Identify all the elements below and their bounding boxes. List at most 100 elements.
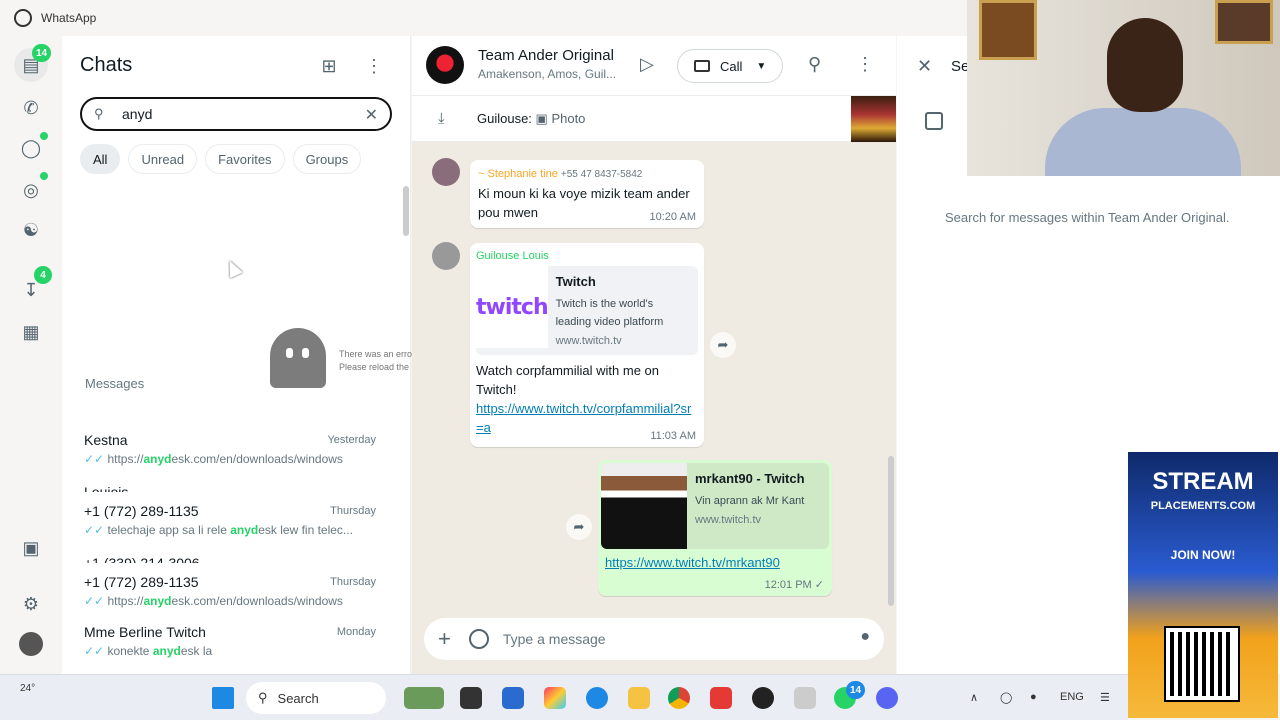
preview-match: anyd (230, 523, 259, 537)
file-icon[interactable] (460, 687, 482, 709)
language-indicator[interactable]: ENG (1060, 691, 1084, 703)
chat-name: +1 (339) 214-3006 (84, 555, 200, 563)
messages-section-label: Messages (85, 376, 145, 391)
message-bubble[interactable]: ~ Stephanie tine +55 47 8437-5842 Ki mou… (470, 160, 704, 228)
double-check-icon: ✓✓ (84, 594, 105, 608)
chat-name: Mme Berline Twitch (84, 624, 206, 640)
windows-start-icon[interactable] (212, 687, 234, 709)
list-item[interactable]: Louiois (84, 484, 376, 492)
preview-post: esk.com/en/downloads/windows (171, 452, 343, 466)
chrome-icon[interactable] (668, 687, 690, 709)
preview-post: esk lew fin telec... (258, 523, 353, 537)
filter-groups[interactable]: Groups (292, 144, 362, 174)
tray-microphone-icon[interactable]: ● (1030, 691, 1037, 703)
status-icon[interactable]: ◯ (19, 136, 43, 160)
wifi-icon[interactable]: ☰ (1100, 691, 1110, 704)
calls-icon[interactable]: ✆ (19, 96, 43, 120)
taskbar-search[interactable]: ⚲ Search (246, 682, 386, 714)
sender-avatar[interactable] (432, 158, 460, 186)
message-link[interactable]: https://www.twitch.tv/mrkant90 (605, 553, 829, 572)
tray-chevron-up-icon[interactable]: ∧ (970, 691, 978, 704)
ad-cta: JOIN NOW! (1170, 548, 1236, 562)
obs-icon[interactable] (752, 687, 774, 709)
status-dot (40, 132, 48, 140)
label-icon[interactable]: ▷ (640, 54, 654, 75)
channels-icon[interactable]: ◎ (19, 178, 43, 202)
pinned-photo-thumbnail[interactable] (851, 96, 896, 142)
message-bubble[interactable]: Guilouse Louis twitch Twitch Twitch is t… (470, 243, 704, 447)
chat-preview: ✓✓ https://anydesk.com/en/downloads/wind… (84, 452, 376, 466)
group-name[interactable]: Team Ander Original (478, 47, 614, 64)
chat-time: Monday (336, 626, 376, 638)
message-input[interactable]: Type a message (503, 631, 606, 647)
chevron-down-icon: ▼ (756, 60, 767, 72)
video-camera-icon (694, 60, 710, 72)
search-input[interactable] (122, 106, 352, 122)
message-bubble-outgoing[interactable]: mrkant90 - Twitch Vin aprann ak Mr Kant … (598, 460, 832, 596)
list-item[interactable]: Mme Berline Twitch Monday ✓✓ konekte any… (84, 624, 376, 658)
call-label: Call (720, 58, 743, 74)
store-icon[interactable]: ▦ (19, 320, 43, 344)
anydesk-icon[interactable] (710, 687, 732, 709)
webcam-overlay (967, 0, 1280, 176)
media-icon[interactable]: ▣ (19, 536, 43, 560)
sent-check-icon: ✓ (814, 579, 824, 591)
call-button[interactable]: Call ▼ (677, 49, 783, 83)
list-item[interactable]: Kestna Yesterday ✓✓ https://anydesk.com/… (84, 432, 376, 466)
qr-code (1164, 626, 1240, 702)
search-box: ⚲ ✕ (80, 97, 392, 131)
link-thumbnail (601, 463, 687, 549)
edge-icon[interactable] (586, 687, 608, 709)
discord-icon[interactable] (876, 687, 898, 709)
list-item[interactable]: +1 (339) 214-3006 (84, 555, 376, 563)
profile-avatar[interactable] (19, 632, 43, 656)
conversation-scrollbar[interactable] (888, 456, 894, 606)
message-text: Watch corpfammilial with me on Twitch! (476, 363, 660, 397)
link-preview-card[interactable]: twitch Twitch Twitch is the world's lead… (476, 266, 698, 355)
close-icon[interactable]: ✕ (917, 56, 932, 77)
ad-brand: STREAM (1152, 468, 1254, 495)
tray-network-icon[interactable]: ◯ (1000, 691, 1012, 704)
stream-ad[interactable]: STREAM PLACEMENTS.COM JOIN NOW! (1128, 452, 1278, 718)
app-icon[interactable] (794, 687, 816, 709)
forward-icon[interactable]: ➦ (566, 514, 592, 540)
filter-favorites[interactable]: Favorites (205, 144, 285, 174)
copilot-icon[interactable] (544, 687, 566, 709)
clear-search-icon[interactable]: ✕ (365, 105, 378, 125)
sender-avatar[interactable] (432, 242, 460, 270)
search-icon[interactable]: ⚲ (808, 54, 821, 75)
calendar-search-icon[interactable] (925, 112, 943, 130)
pinned-message-bar[interactable]: ⤓ Guilouse: ▣ Photo (412, 96, 896, 142)
link-preview-card[interactable]: mrkant90 - Twitch Vin aprann ak Mr Kant … (601, 463, 829, 549)
weather-widget[interactable]: 24° (20, 683, 35, 694)
widget-scenery-icon[interactable] (404, 687, 444, 709)
app-title: WhatsApp (41, 11, 97, 25)
sticker-icon[interactable] (468, 629, 489, 649)
menu-icon[interactable]: ⋮ (856, 54, 874, 75)
conversation-header: Team Ander Original Amakenson, Amos, Gui… (412, 36, 896, 96)
group-avatar[interactable] (426, 46, 464, 84)
group-members: Amakenson, Amos, Guil... (478, 67, 617, 81)
taskbar-search-label: Search (277, 690, 319, 706)
forward-icon[interactable]: ➦ (710, 332, 736, 358)
store-app-icon[interactable] (502, 687, 524, 709)
communities-icon[interactable]: ☯ (19, 218, 43, 242)
message-sender: ~ Stephanie tine +55 47 8437-5842 (478, 168, 696, 180)
filter-unread[interactable]: Unread (128, 144, 198, 174)
settings-gear-icon[interactable]: ⚙ (19, 592, 43, 616)
chat-time: Yesterday (327, 434, 376, 446)
filter-all[interactable]: All (80, 144, 121, 174)
list-item[interactable]: +1 (772) 289-1135 Thursday ✓✓ https://an… (84, 574, 376, 608)
chatlist-scrollbar[interactable] (403, 186, 409, 236)
menu-icon[interactable]: ⋮ (362, 54, 386, 78)
filter-chips: All Unread Favorites Groups (80, 144, 362, 174)
list-item[interactable]: +1 (772) 289-1135 Thursday ✓✓ telechaje … (84, 503, 376, 537)
new-chat-icon[interactable]: ⊞ (317, 54, 341, 78)
chat-time: Thursday (330, 505, 376, 517)
preview-pre: https:// (107, 452, 144, 466)
preview-post: esk.com/en/downloads/windows (171, 594, 343, 608)
file-explorer-icon[interactable] (628, 687, 650, 709)
attach-plus-icon[interactable]: + (438, 626, 451, 652)
microphone-icon[interactable]: ● (860, 628, 870, 646)
pinned-sender: Guilouse: (477, 111, 532, 126)
